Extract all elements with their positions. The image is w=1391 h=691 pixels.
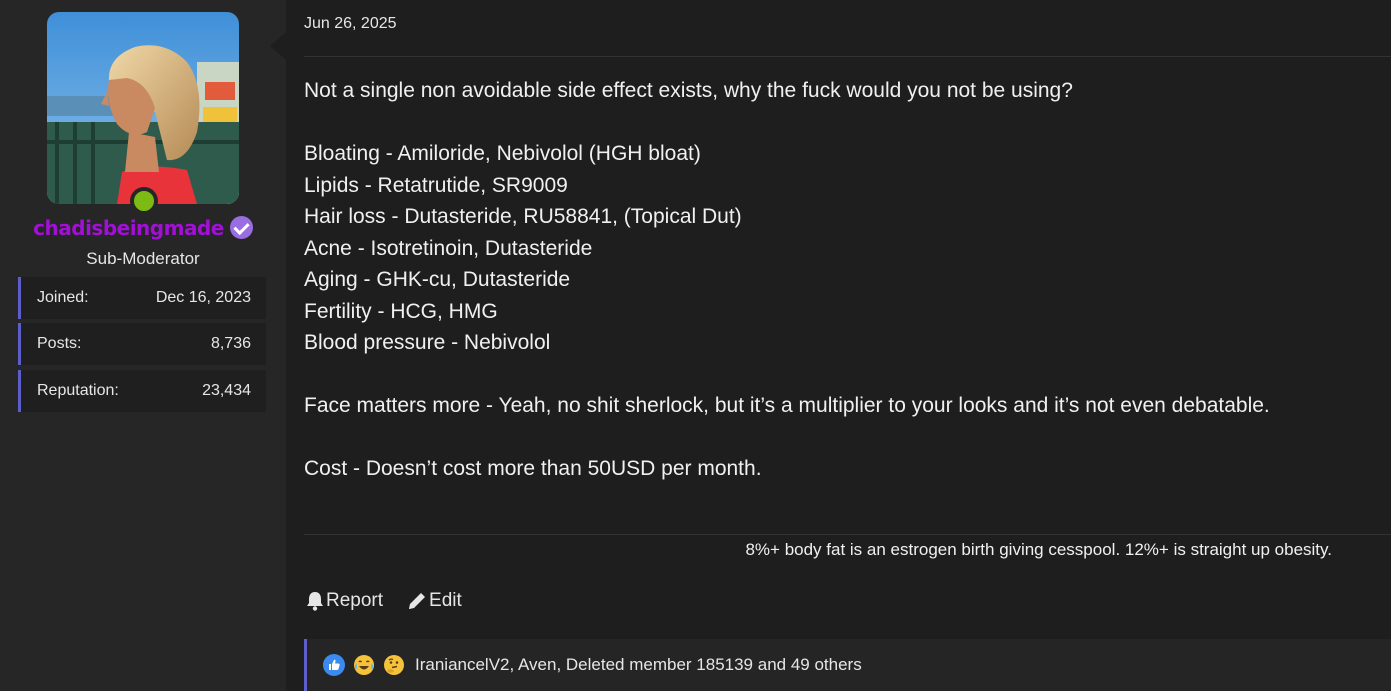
post-arrow [270, 32, 286, 60]
body-line: Face matters more - Yeah, no shit sherlo… [304, 394, 1270, 417]
body-line: Lipids - Retatrutide, SR9009 [304, 173, 568, 197]
body-line [304, 422, 1384, 454]
post-date[interactable]: Jun 26, 2025 [304, 15, 397, 33]
stat-joined: Joined: Dec 16, 2023 [18, 277, 266, 319]
report-label[interactable]: Report [326, 590, 383, 612]
post-actions: Report Edit [306, 590, 462, 612]
stat-value: 8,736 [210, 335, 251, 352]
reactions-bar[interactable]: IraniancelV2, Aven, Deleted member 18513… [304, 639, 1391, 691]
edit-button[interactable]: Edit [407, 590, 462, 612]
laughing-crying-icon [354, 655, 374, 675]
body-line: Cost - Doesn’t cost more than 50USD per … [304, 457, 762, 480]
edit-label[interactable]: Edit [429, 590, 462, 612]
stat-label: Posts: [37, 335, 82, 352]
thinking-icon [384, 655, 404, 675]
body-line [304, 359, 1384, 391]
avatar-image [47, 12, 239, 204]
body-line: Blood pressure - Nebivolol [304, 331, 551, 354]
forum-post: chadisbeingmade Sub-Moderator Joined: De… [0, 0, 1391, 691]
post-content: Jun 26, 2025 Not a single non avoidable … [286, 0, 1391, 691]
body-line: Hair loss - Dutasteride, RU58841, (Topic… [304, 205, 742, 228]
body-line [304, 107, 1384, 139]
stat-posts: Posts: 8,736 [18, 323, 266, 365]
reactions-text[interactable]: IraniancelV2, Aven, Deleted member 18513… [415, 655, 862, 675]
stat-label: Reputation: [37, 382, 119, 399]
author-role: Sub-Moderator [86, 249, 200, 268]
stat-reputation: Reputation: 23,434 [18, 370, 266, 412]
avatar[interactable] [47, 12, 239, 204]
bell-icon [307, 592, 323, 611]
thumbs-up-icon [323, 654, 345, 676]
author-sidebar: chadisbeingmade Sub-Moderator Joined: De… [0, 0, 286, 691]
divider [304, 56, 1391, 57]
body-line: Not a single non avoidable side effect e… [304, 79, 1073, 102]
username-text[interactable]: chadisbeingmade [33, 216, 224, 240]
body-line: Acne - Isotretinoin, Dutasteride [304, 236, 593, 260]
check-badge-icon [229, 216, 253, 239]
signature-divider [304, 534, 1391, 535]
signature: 8%+ body fat is an estrogen birth giving… [745, 540, 1332, 559]
stat-value: Dec 16, 2023 [155, 289, 251, 306]
stat-value: 23,434 [202, 382, 251, 399]
pencil-icon [409, 593, 426, 609]
report-button[interactable]: Report [306, 590, 383, 612]
author-username[interactable]: chadisbeingmade [0, 216, 286, 240]
stat-label: Joined: [37, 289, 89, 306]
body-line: Fertility - HCG, HMG [304, 299, 498, 323]
online-status-indicator [130, 187, 158, 215]
post-body: Not a single non avoidable side effect e… [304, 75, 1384, 485]
body-line: Bloating - Amiloride, Nebivolol (HGH blo… [304, 142, 701, 165]
body-line: Aging - GHK-cu, Dutasteride [304, 268, 571, 291]
